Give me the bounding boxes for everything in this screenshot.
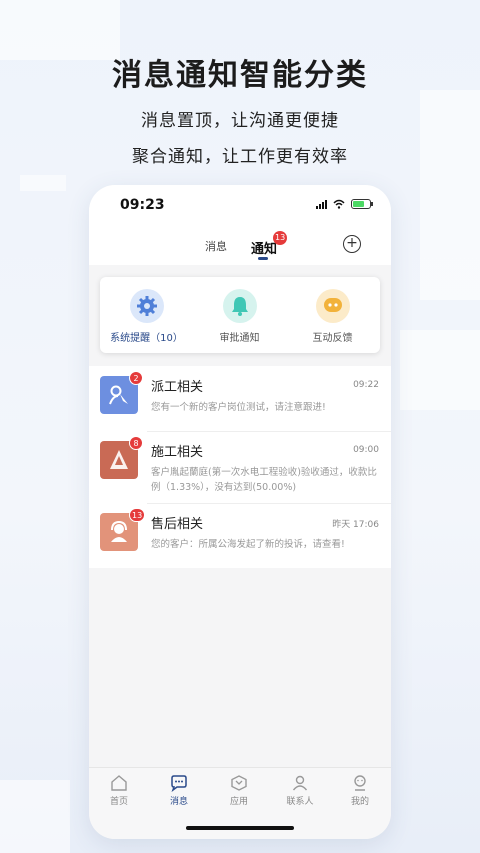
unread-badge: 13: [129, 508, 146, 522]
list-item[interactable]: 8 施工相关 09:00 客户胤起蘭庭(第一次水电工程验收)验收通过，收款比例（…: [89, 431, 391, 503]
tab-label: 消息: [169, 797, 188, 807]
item-description: 客户胤起蘭庭(第一次水电工程验收)验收通过，收款比例（1.33%），没有达到(5…: [151, 467, 377, 493]
subheadline-2: 聚合通知，让工作更有效率: [132, 147, 348, 167]
tab-apps[interactable]: 应用: [219, 774, 259, 807]
category-label: 审批通知: [219, 333, 260, 344]
tab-label: 联系人: [286, 797, 314, 807]
headline: 消息通知智能分类: [112, 58, 368, 93]
item-title: 派工相关: [151, 380, 204, 395]
subheadline-1: 消息置顶，让沟通更便捷: [141, 111, 339, 131]
background-block: [20, 175, 66, 191]
tab-label: 我的: [350, 797, 369, 807]
tab-underline: [258, 257, 268, 260]
item-description: 您有一个新的客户岗位测试，请注意跟进!: [151, 402, 326, 413]
item-title: 施工相关: [151, 445, 204, 460]
tab-profile[interactable]: 我的: [340, 774, 380, 807]
tab-label: 应用: [229, 797, 248, 807]
wifi-icon: [333, 199, 345, 209]
list-item[interactable]: 13 售后相关 昨天 17:06 您的客户：所属公海发起了新的投诉，请查看!: [89, 503, 391, 568]
bell-icon: [222, 289, 257, 323]
apps-icon: [231, 775, 247, 791]
item-time: 09:22: [353, 380, 379, 390]
battery-icon: [351, 199, 373, 209]
item-description: 您的客户：所属公海发起了新的投诉，请查看!: [151, 539, 345, 550]
status-time: 09:23: [120, 197, 165, 213]
tab-messages-bottom[interactable]: 消息: [159, 774, 199, 807]
category-approval[interactable]: 审批通知: [193, 277, 286, 344]
chat-icon: [315, 289, 350, 323]
item-time: 昨天 17:06: [332, 520, 379, 530]
category-card: 系统提醒（10） 审批通知 互动反馈: [100, 277, 380, 353]
phone-screen: 09:23 消息 通知 13 + 系统提醒（10） 审批通知 互动反馈 2 派工…: [89, 185, 391, 839]
status-icons: [316, 199, 373, 209]
tab-label: 首页: [109, 797, 128, 807]
message-icon: [171, 775, 187, 792]
add-button[interactable]: +: [343, 235, 361, 253]
signal-icon: [316, 199, 327, 209]
home-indicator: [186, 826, 294, 830]
item-time: 09:00: [353, 445, 379, 455]
category-interaction[interactable]: 互动反馈: [286, 277, 379, 344]
tab-messages[interactable]: 消息: [205, 238, 227, 254]
item-title: 售后相关: [151, 517, 204, 532]
unread-badge: 8: [129, 436, 143, 450]
list-item[interactable]: 2 派工相关 09:22 您有一个新的客户岗位测试，请注意跟进!: [89, 366, 391, 431]
category-system[interactable]: 系统提醒（10）: [100, 277, 193, 344]
tab-contacts[interactable]: 联系人: [280, 774, 320, 807]
category-label: 互动反馈: [312, 333, 353, 344]
tab-home[interactable]: 首页: [99, 774, 139, 807]
gear-icon: [129, 289, 164, 323]
background-block: [0, 780, 70, 853]
home-icon: [111, 775, 127, 791]
profile-icon: [354, 775, 366, 791]
background-block: [400, 330, 480, 410]
contacts-icon: [292, 775, 308, 791]
category-label: 系统提醒（10）: [110, 333, 183, 344]
notification-list: 2 派工相关 09:22 您有一个新的客户岗位测试，请注意跟进! 8 施工相关 …: [89, 366, 391, 568]
unread-badge: 2: [129, 371, 143, 385]
